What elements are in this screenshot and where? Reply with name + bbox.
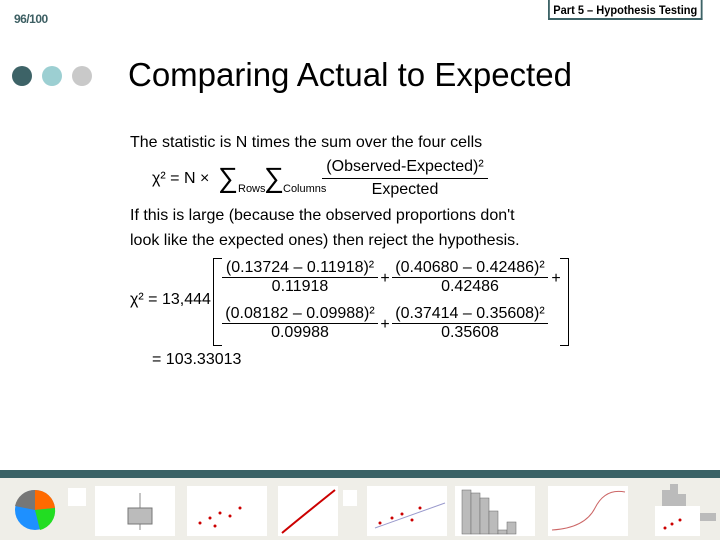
thumb-scatter-2 (367, 486, 447, 536)
cell-3: (0.08182 – 0.09988)² 0.09988 (222, 305, 378, 342)
cell-denominator: 0.35608 (441, 324, 499, 341)
chi-formula-lhs: χ² = N × (152, 170, 210, 187)
cell-denominator: 0.11918 (271, 278, 329, 295)
cell-denominator: 0.09988 (271, 324, 329, 341)
slide-title: Comparing Actual to Expected (128, 56, 572, 93)
thumb-probability-plot (278, 486, 357, 536)
body-line-1: The statistic is N times the sum over th… (130, 134, 483, 151)
cell-numerator: (0.37414 – 0.35608)² (392, 305, 548, 324)
fraction-numerator: (Observed-Expected)² (322, 158, 488, 179)
plus-sign: + (551, 270, 561, 287)
thumb-boxplot (95, 486, 175, 536)
left-bracket (213, 258, 222, 346)
thumbnail-strip (0, 478, 720, 540)
cell-2: (0.40680 – 0.42486)² 0.42486 (392, 259, 548, 296)
plus-sign: + (380, 270, 390, 287)
cell-denominator: 0.42486 (441, 278, 499, 295)
thumb-pie-chart (15, 488, 86, 530)
dot-dark (12, 66, 32, 86)
thumb-scatter (187, 486, 267, 536)
fraction-denominator: Expected (371, 181, 439, 198)
formula-fraction: (Observed-Expected)² Expected (322, 158, 488, 199)
sum-columns: Columns (283, 183, 327, 195)
cell-numerator: (0.40680 – 0.42486)² (392, 259, 548, 278)
result: = 103.33013 (152, 351, 242, 368)
plus-sign: + (380, 316, 390, 333)
thumb-cdf-plot (548, 486, 628, 536)
cell-numerator: (0.13724 – 0.11918)² (222, 259, 378, 278)
thumb-scatter-histogram (655, 484, 716, 536)
body-line-3: look like the expected ones) then reject… (130, 232, 520, 249)
cell-1: (0.13724 – 0.11918)² 0.11918 (222, 259, 378, 296)
page-number: 96/100 (14, 12, 48, 26)
dot-light (42, 66, 62, 86)
thumb-histogram (455, 486, 535, 536)
cell-4: (0.37414 – 0.35608)² 0.35608 (392, 305, 548, 342)
dot-grey (72, 66, 92, 86)
cell-numerator: (0.08182 – 0.09988)² (222, 305, 378, 324)
chi-value-lhs: χ² = 13,444 (130, 291, 211, 308)
sum-rows: Rows (238, 183, 266, 195)
sum-symbol: ∑ (264, 162, 284, 193)
footer-bar (0, 470, 720, 478)
sum-symbol: ∑ (218, 162, 238, 193)
section-label: Part 5 – Hypothesis Testing (548, 0, 703, 20)
body-line-2: If this is large (because the observed p… (130, 207, 515, 224)
